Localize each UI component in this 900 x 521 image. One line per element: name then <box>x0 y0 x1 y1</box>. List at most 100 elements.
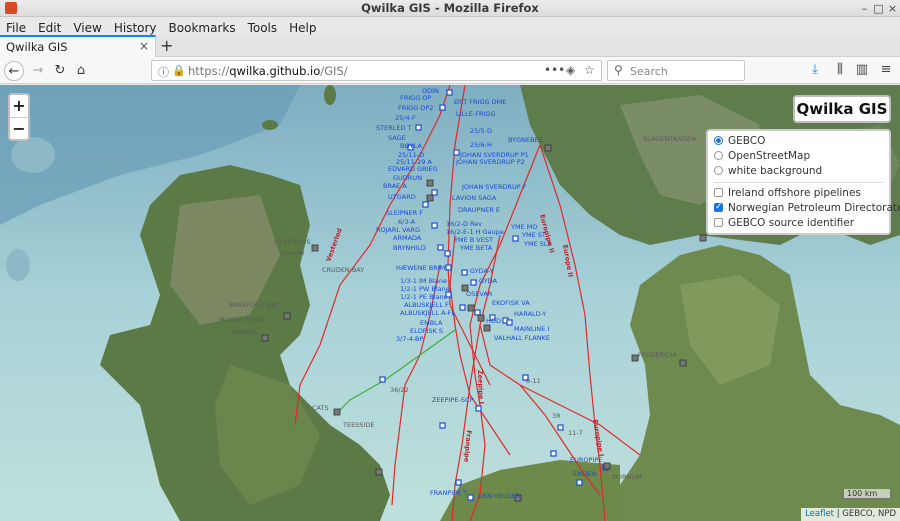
facility-marker[interactable] <box>439 422 446 429</box>
facility-marker[interactable] <box>461 269 468 276</box>
terminal-marker[interactable] <box>544 144 552 152</box>
radio-icon[interactable] <box>714 166 723 175</box>
facility-marker[interactable] <box>444 250 451 257</box>
url-text[interactable]: https://qwilka.github.io/GIS/ <box>188 64 348 78</box>
facility-marker[interactable] <box>576 479 583 486</box>
lock-icon[interactable]: 🔒 <box>172 64 186 77</box>
menu-tools[interactable]: Tools <box>242 19 284 35</box>
checkbox-checked-icon[interactable] <box>714 200 723 215</box>
tab-qwilka-gis[interactable]: Qwilka GIS × <box>0 35 156 57</box>
seamount <box>11 137 55 173</box>
checkbox-icon[interactable] <box>714 188 723 197</box>
map-label: ALBUSKJELL F <box>404 301 449 309</box>
map-label: ARMADA <box>393 234 422 242</box>
map-label: ELDFISK S <box>410 327 443 335</box>
facility-marker[interactable] <box>437 244 444 251</box>
menu-file[interactable]: File <box>0 19 32 35</box>
facility-marker[interactable] <box>455 479 462 486</box>
facility-marker[interactable] <box>459 304 466 311</box>
menu-help[interactable]: Help <box>283 19 322 35</box>
facility-marker[interactable] <box>506 319 513 326</box>
search-bar[interactable]: ⚲ Search <box>607 60 745 81</box>
menu-bookmarks[interactable]: Bookmarks <box>163 19 242 35</box>
map-label: ALBUSKJELL A-FL <box>400 309 455 317</box>
terminal-marker[interactable] <box>699 234 707 242</box>
terminal-marker[interactable] <box>261 334 269 342</box>
facility-marker[interactable] <box>415 124 422 131</box>
terminal-marker[interactable] <box>375 468 383 476</box>
maximize-icon[interactable]: □ <box>872 2 885 15</box>
search-input[interactable]: Search <box>630 65 668 78</box>
leaflet-link[interactable]: Leaflet <box>805 509 834 519</box>
facility-marker[interactable] <box>446 89 453 96</box>
menu-history[interactable]: History <box>108 19 163 35</box>
reload-button[interactable]: ↻ <box>50 61 70 81</box>
terminal-marker[interactable] <box>426 179 434 187</box>
layer-label: GEBCO source identifier <box>728 217 855 229</box>
terminal-marker[interactable] <box>283 312 291 320</box>
facility-marker[interactable] <box>512 235 519 242</box>
zoom-in-button[interactable]: + <box>10 95 28 117</box>
home-button[interactable]: ⌂ <box>71 61 91 81</box>
facility-marker[interactable] <box>550 450 557 457</box>
seamount <box>6 249 30 281</box>
checkbox-icon[interactable] <box>714 218 723 227</box>
minimize-icon[interactable]: – <box>858 2 871 15</box>
facility-marker[interactable] <box>422 201 429 208</box>
map-label: MAINLINE I <box>514 325 549 333</box>
facility-marker[interactable] <box>474 309 481 316</box>
map-label: YME ST <box>521 231 546 239</box>
facility-marker[interactable] <box>445 264 452 271</box>
info-icon[interactable]: ⓘ <box>158 64 169 80</box>
zoom-out-button[interactable]: − <box>10 117 28 139</box>
terminal-marker[interactable] <box>483 324 491 332</box>
facility-marker[interactable] <box>431 189 438 196</box>
attribution-text: | GEBCO, NPD <box>834 509 896 519</box>
layer-label: white background <box>728 165 823 177</box>
terminal-marker[interactable] <box>477 314 485 322</box>
search-icon: ⚲ <box>614 63 623 77</box>
base-layer-white-background[interactable]: white background <box>714 164 883 179</box>
close-tab-icon[interactable]: × <box>139 39 149 53</box>
forward-button[interactable]: → <box>28 61 48 81</box>
map-label: OSEVAR <box>466 290 493 298</box>
facility-marker[interactable] <box>453 149 460 156</box>
layer-label: OpenStreetMap <box>728 150 811 162</box>
back-button[interactable]: ← <box>4 61 24 81</box>
terminal-marker[interactable] <box>311 244 319 252</box>
facility-marker[interactable] <box>470 279 477 286</box>
map-view[interactable]: FRIGG OP FRIGG DP2 25/4-F STERLED T SAGE… <box>0 85 900 521</box>
terminal-marker[interactable] <box>679 359 687 367</box>
facility-marker[interactable] <box>379 376 386 383</box>
page-actions-icon[interactable]: ••• <box>544 63 565 77</box>
overlay-ireland-pipelines[interactable]: Ireland offshore pipelines <box>714 186 883 201</box>
overlay-gebco-source[interactable]: GEBCO source identifier <box>714 216 883 231</box>
hamburger-menu-icon[interactable]: ≡ <box>877 62 895 77</box>
map-label: GUDRUN <box>393 174 422 182</box>
radio-selected-icon[interactable] <box>714 136 723 145</box>
facility-marker[interactable] <box>557 424 564 431</box>
terminal-marker[interactable] <box>467 304 475 312</box>
bookmark-star-icon[interactable]: ☆ <box>584 63 595 77</box>
facility-marker[interactable] <box>467 494 474 501</box>
terminal-marker[interactable] <box>426 194 434 202</box>
downloads-icon[interactable]: ⤓ <box>806 62 824 77</box>
facility-marker[interactable] <box>439 104 446 111</box>
overlay-npd[interactable]: Norwegian Petroleum Directorate <box>714 200 900 216</box>
facility-marker[interactable] <box>475 405 482 412</box>
url-bar[interactable]: ⓘ 🔒 https://qwilka.github.io/GIS/ ••• ◈ … <box>151 60 602 81</box>
menu-edit[interactable]: Edit <box>32 19 67 35</box>
terminal-marker[interactable] <box>603 462 611 470</box>
close-window-icon[interactable]: × <box>886 2 899 15</box>
facility-marker[interactable] <box>431 222 438 229</box>
map-label: ZEEPIPE-SCP <box>432 396 474 404</box>
sidebar-icon[interactable]: ▥ <box>853 62 871 77</box>
pocket-icon[interactable]: ◈ <box>566 63 575 77</box>
radio-icon[interactable] <box>714 151 723 160</box>
base-layer-gebco[interactable]: GEBCO <box>714 134 883 149</box>
base-layer-openstreetmap[interactable]: OpenStreetMap <box>714 149 883 164</box>
new-tab-button[interactable]: + <box>160 36 173 55</box>
terminal-marker[interactable] <box>333 408 341 416</box>
menu-view[interactable]: View <box>67 19 107 35</box>
library-icon[interactable]: ⫼ <box>831 62 849 77</box>
